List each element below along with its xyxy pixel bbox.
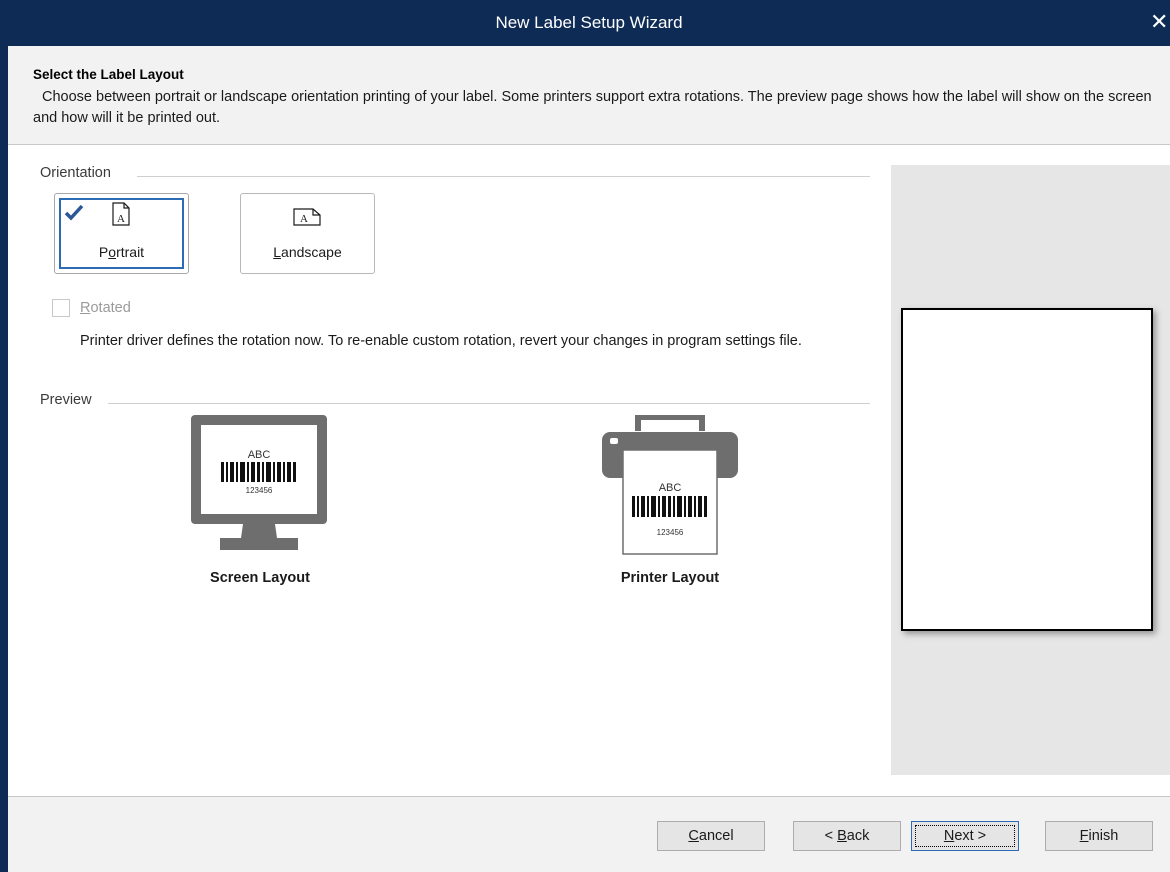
wizard-footer: Cancel < Back Next > Finish xyxy=(8,796,1170,872)
portrait-button[interactable]: A Portrait xyxy=(54,193,189,274)
printer-layout-caption: Printer Layout xyxy=(620,570,720,586)
page-title: Select the Label Layout xyxy=(33,67,184,82)
svg-text:ABC: ABC xyxy=(659,482,682,494)
next-button[interactable]: Next > xyxy=(911,821,1019,851)
printer-icon: ABC 123456 xyxy=(602,415,738,555)
rotated-checkbox-label: Rotated xyxy=(80,300,131,316)
monitor-icon: ABC 123456 xyxy=(191,415,327,550)
svg-text:A: A xyxy=(117,213,125,225)
orientation-group-label: Orientation xyxy=(40,165,111,181)
portrait-label: Portrait xyxy=(98,244,145,260)
label-preview-panel xyxy=(891,165,1170,775)
window-title: New Label Setup Wizard xyxy=(495,13,683,32)
landscape-label: Landscape xyxy=(273,244,342,260)
label-preview-page xyxy=(901,308,1153,631)
portrait-page-icon: A xyxy=(112,202,130,226)
wizard-header: Select the Label Layout Choose between p… xyxy=(8,46,1170,145)
rotated-checkbox[interactable] xyxy=(52,299,70,317)
wizard-window: New Label Setup Wizard ✕ Select the Labe… xyxy=(0,0,1170,872)
focus-rectangle xyxy=(915,825,1015,847)
screen-layout-caption: Screen Layout xyxy=(210,570,310,586)
close-icon[interactable]: ✕ xyxy=(1150,10,1170,34)
printer-barcode-digits: 123456 xyxy=(657,528,684,537)
checkmark-icon xyxy=(64,204,84,221)
back-button[interactable]: < Back xyxy=(793,821,901,851)
svg-text:A: A xyxy=(300,213,308,225)
preview-group-label: Preview xyxy=(40,392,92,408)
page-description: Choose between portrait or landscape ori… xyxy=(33,89,1152,126)
title-bar: New Label Setup Wizard ✕ xyxy=(8,0,1170,46)
landscape-button[interactable]: A Landscape xyxy=(240,193,375,274)
screen-barcode-digits: 123456 xyxy=(246,486,273,495)
window-left-border xyxy=(0,0,8,872)
finish-button[interactable]: Finish xyxy=(1045,821,1153,851)
cancel-button[interactable]: Cancel xyxy=(657,821,765,851)
svg-text:ABC: ABC xyxy=(248,449,271,461)
landscape-page-icon: A xyxy=(293,208,321,226)
orientation-divider xyxy=(137,176,870,177)
rotation-note: Printer driver defines the rotation now.… xyxy=(80,333,802,349)
preview-divider xyxy=(108,403,870,404)
